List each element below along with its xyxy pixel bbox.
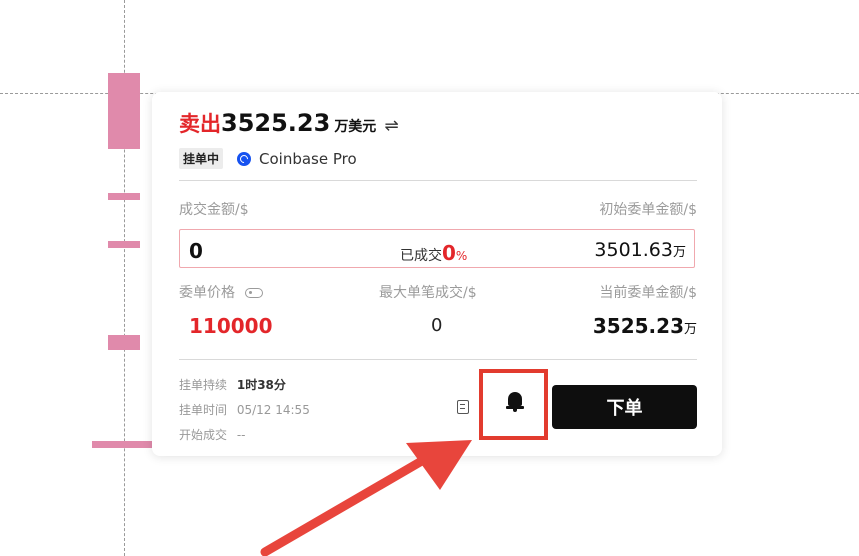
pointer-arrow <box>260 440 472 556</box>
arrow-shaft <box>260 457 425 556</box>
